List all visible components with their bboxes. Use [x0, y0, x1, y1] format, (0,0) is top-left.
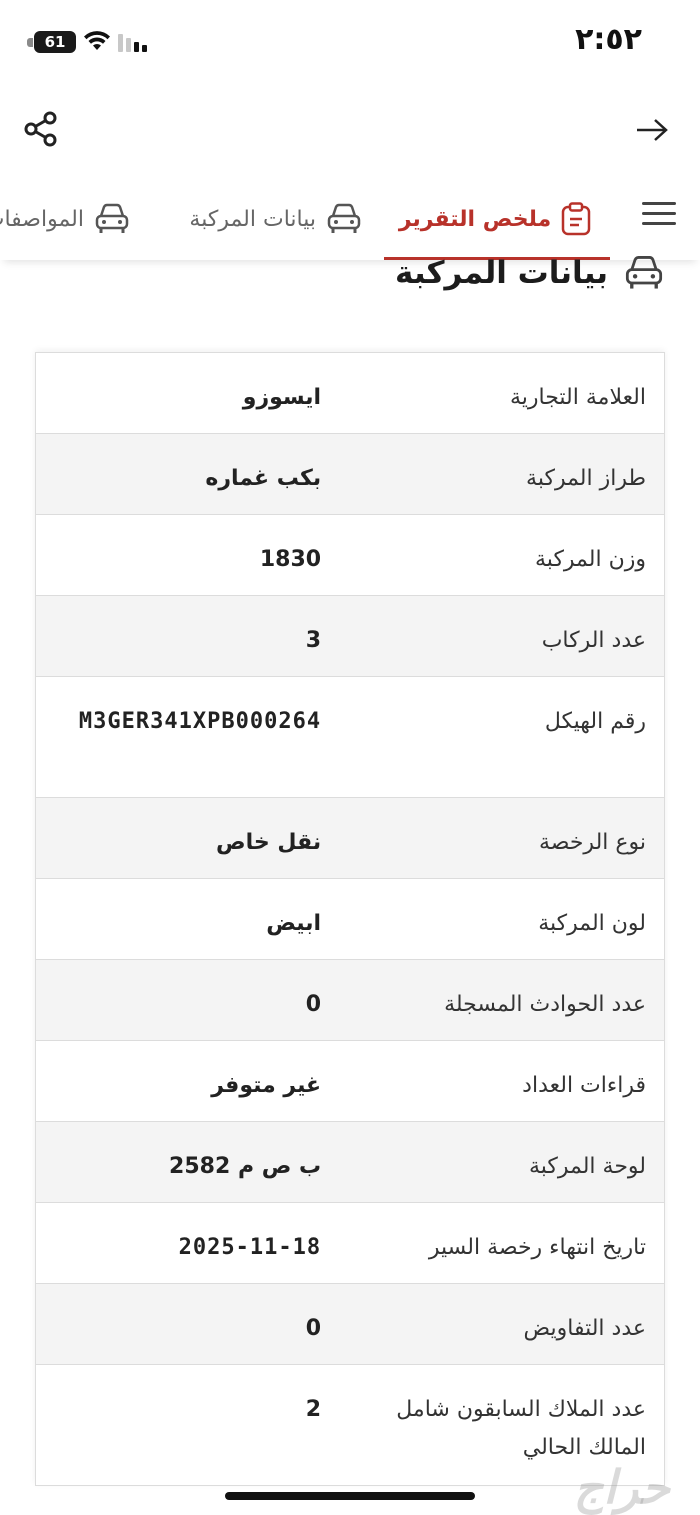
hamburger-line: [642, 212, 676, 215]
table-row: تاريخ انتهاء رخصة السير 2025-11-18: [36, 1202, 664, 1283]
row-value: 3: [305, 628, 322, 653]
table-row: قراءات العداد غير متوفر: [36, 1040, 664, 1121]
row-label: قراءات العداد: [522, 1073, 646, 1098]
row-label: تاريخ انتهاء رخصة السير: [428, 1235, 646, 1260]
row-value: 2025-11-18: [178, 1235, 322, 1260]
row-label: عدد الحوادث المسجلة: [444, 992, 646, 1017]
row-value: غير متوفر: [211, 1073, 322, 1098]
watermark-logo: حراج: [573, 1460, 670, 1514]
tab-vehicle-data-label: بيانات المركبة: [189, 206, 316, 232]
tab-report-summary-label: ملخص التقرير: [398, 206, 552, 232]
section-header: بيانات المركبة: [395, 255, 664, 291]
clipboard-icon: [561, 202, 591, 236]
home-indicator: [225, 1492, 475, 1500]
tab-bar: ملخص التقرير بيانات المركبة المواصفات: [0, 178, 700, 260]
tab-vehicle-data[interactable]: بيانات المركبة: [189, 178, 362, 260]
row-value: نقل خاص: [215, 830, 322, 855]
table-row: وزن المركبة 1830: [36, 514, 664, 595]
hamburger-line: [642, 222, 676, 225]
car-icon: [625, 256, 663, 289]
row-value: 0: [305, 1316, 322, 1341]
vehicle-data-table: العلامة التجارية ايسوزو طراز المركبة بكب…: [35, 352, 665, 1486]
wifi-icon: [84, 31, 110, 50]
table-row: عدد الملاك السابقون شامل المالك الحالي 2: [36, 1364, 664, 1485]
row-label: عدد التفاويض: [523, 1316, 646, 1341]
battery-icon: 61: [34, 31, 76, 53]
back-button[interactable]: [632, 110, 672, 150]
table-row: لون المركبة ابيض: [36, 878, 664, 959]
menu-button[interactable]: [642, 202, 678, 232]
battery-tip: [27, 38, 33, 47]
vin-value: M3GER341XPB000264: [78, 709, 322, 734]
row-label: وزن المركبة: [535, 547, 646, 572]
status-bar: 61 ٢:٥٢: [0, 0, 700, 84]
table-row: لوحة المركبة ب ص م 2582: [36, 1121, 664, 1202]
hamburger-icon: [642, 202, 676, 205]
tab-report-summary[interactable]: ملخص التقرير: [380, 178, 610, 260]
cellular-signal-icon: [118, 34, 147, 52]
row-label: عدد الركاب: [541, 628, 646, 653]
row-value: 2: [305, 1397, 322, 1422]
table-row: عدد التفاويض 0: [36, 1283, 664, 1364]
row-label: لون المركبة: [538, 911, 646, 936]
table-row: طراز المركبة بكب غماره: [36, 433, 664, 514]
table-row: عدد الركاب 3: [36, 595, 664, 676]
row-label: رقم الهيكل: [544, 709, 646, 734]
row-label: لوحة المركبة: [528, 1154, 646, 1179]
row-value: ايسوزو: [242, 385, 322, 410]
row-value: ابيض: [266, 911, 322, 936]
table-row: عدد الحوادث المسجلة 0: [36, 959, 664, 1040]
share-button[interactable]: [20, 108, 62, 150]
arrow-right-icon: [637, 119, 668, 141]
row-label: نوع الرخصة: [538, 830, 646, 855]
status-time: ٢:٥٢: [575, 22, 642, 57]
row-label: طراز المركبة: [526, 466, 646, 491]
table-row: رقم الهيكل M3GER341XPB000264: [36, 676, 664, 797]
row-label: العلامة التجارية: [509, 385, 646, 410]
tab-specifications[interactable]: المواصفات: [0, 178, 130, 260]
car-icon: [327, 203, 361, 233]
share-icon: [24, 111, 57, 147]
row-value: بكب غماره: [205, 466, 322, 491]
car-icon: [95, 203, 129, 233]
battery-level: 61: [44, 33, 66, 51]
table-row: نوع الرخصة نقل خاص: [36, 797, 664, 878]
table-row: العلامة التجارية ايسوزو: [36, 352, 664, 433]
tab-specifications-label: المواصفات: [0, 206, 84, 232]
section-title: بيانات المركبة: [395, 255, 608, 291]
row-value: 1830: [259, 547, 322, 572]
row-value: 0: [305, 992, 322, 1017]
row-value: ب ص م 2582: [169, 1154, 322, 1179]
